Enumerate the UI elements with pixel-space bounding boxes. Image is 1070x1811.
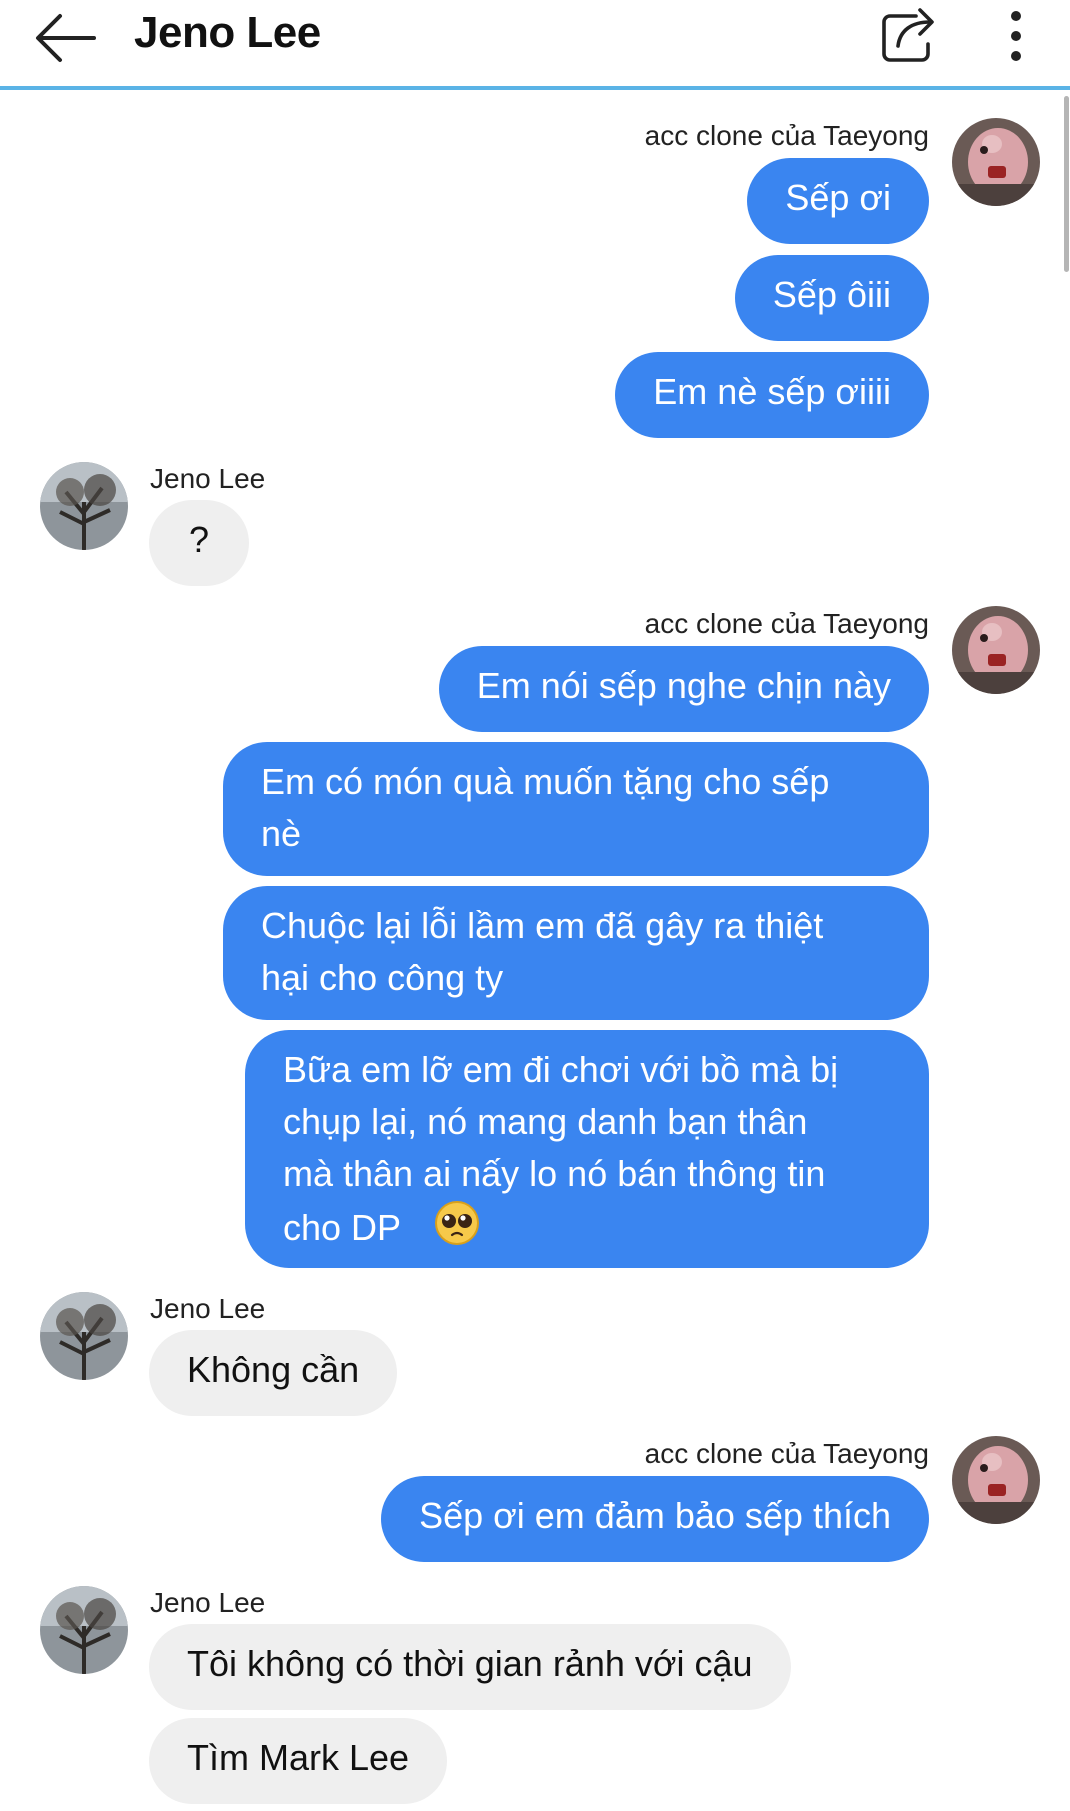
message-bubble[interactable]: Em có món quà muốn tặng cho sếp nè <box>223 742 929 876</box>
avatar-jeno-lee[interactable] <box>40 462 128 550</box>
message-bubble[interactable]: Tôi không có thời gian rảnh với cậu <box>149 1624 791 1710</box>
message-bubble[interactable]: Em nè sếp ơiiii <box>615 352 929 438</box>
scrollbar[interactable] <box>1064 96 1069 272</box>
chat-header: Jeno Lee <box>0 0 1070 88</box>
avatar-image <box>952 606 1040 694</box>
page-title: Jeno Lee <box>134 8 321 57</box>
avatar-taeyong[interactable] <box>952 1436 1040 1524</box>
message-line: Bữa em lỡ em đi chơi với bồ mà bị <box>283 1049 839 1090</box>
more-options-button[interactable] <box>998 4 1034 68</box>
message-bubble[interactable]: Sếp ơi em đảm bảo sếp thích <box>381 1476 929 1562</box>
sender-name: Jeno Lee <box>150 463 266 494</box>
sender-name: Jeno Lee <box>150 1293 266 1324</box>
avatar-taeyong[interactable] <box>952 606 1040 694</box>
arrow-left-icon <box>36 14 96 62</box>
sender-name: Jeno Lee <box>150 1587 266 1618</box>
message-bubble[interactable]: ? <box>149 500 250 586</box>
header-divider <box>0 86 1070 90</box>
message-bubble[interactable]: Tìm Mark Lee <box>149 1718 448 1804</box>
avatar-image <box>40 1292 128 1380</box>
message-bubble[interactable]: Sếp ơi <box>747 158 929 244</box>
message-line: mà thân ai nấy lo nó bán thông tin <box>283 1153 826 1194</box>
message-bubble[interactable]: Sếp ôiii <box>734 255 929 341</box>
message-text: cho DP <box>283 1207 401 1248</box>
avatar-jeno-lee[interactable] <box>40 1586 128 1674</box>
back-button[interactable] <box>30 6 102 70</box>
message-line: Em có món quà muốn tặng cho sếp <box>261 761 830 802</box>
avatar-image <box>952 1436 1040 1524</box>
message-line: nè <box>261 813 302 854</box>
avatar-image <box>40 462 128 550</box>
message-bubble[interactable]: Bữa em lỡ em đi chơi với bồ mà bị chụp l… <box>245 1030 929 1268</box>
message-line: hại cho công ty <box>261 957 504 998</box>
message-line-last: cho DP <box>283 1200 891 1260</box>
avatar-image <box>40 1586 128 1674</box>
sender-name: acc clone của Taeyong <box>644 1438 929 1469</box>
message-bubble[interactable]: Chuộc lại lỗi lầm em đã gây ra thiệt hại… <box>223 886 929 1020</box>
avatar-jeno-lee[interactable] <box>40 1292 128 1380</box>
message-bubble[interactable]: Em nói sếp nghe chịn này <box>438 646 929 732</box>
more-vertical-icon <box>1011 11 1021 61</box>
share-icon <box>882 8 934 62</box>
avatar-taeyong[interactable] <box>952 118 1040 206</box>
sender-name: acc clone của Taeyong <box>644 608 929 639</box>
share-button[interactable] <box>876 2 942 68</box>
sender-name: acc clone của Taeyong <box>644 120 929 151</box>
message-bubble[interactable]: Không cần <box>149 1330 398 1416</box>
message-line: Chuộc lại lỗi lầm em đã gây ra thiệt <box>261 905 824 946</box>
message-line: chụp lại, nó mang danh bạn thân <box>283 1101 808 1142</box>
avatar-image <box>952 118 1040 206</box>
pleading-face-emoji <box>434 1200 480 1260</box>
